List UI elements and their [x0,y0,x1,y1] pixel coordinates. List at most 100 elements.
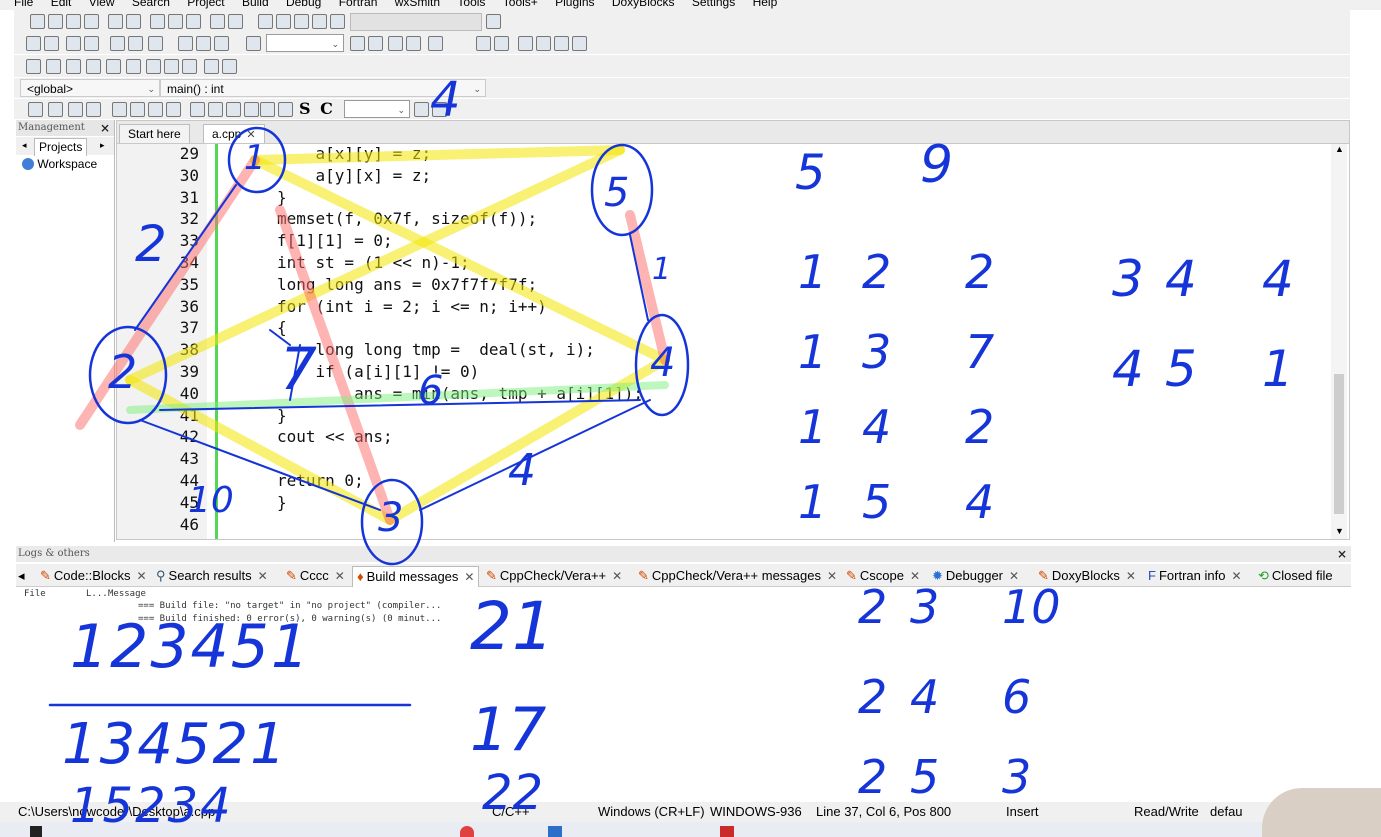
tab-search-results[interactable]: ⚲ Search results ✕ [156,566,268,586]
zoom-out-icon[interactable] [278,102,293,117]
code-line[interactable]: } [277,493,287,512]
pause-icon[interactable] [164,59,179,74]
workspace-node[interactable]: Workspace [22,157,97,171]
tab-cccc[interactable]: ✎ Cccc ✕ [286,566,345,586]
close-icon[interactable]: × [100,120,110,136]
prev-bookmark-icon[interactable] [178,36,193,51]
clear-icon[interactable] [246,36,261,51]
regex-icon[interactable] [428,36,443,51]
tab-scroll-left-icon[interactable]: ◂ [18,566,25,586]
step-into-instruction-icon[interactable] [146,59,161,74]
open-file-icon[interactable] [48,14,63,29]
tab-cppcheck-messages[interactable]: ✎ CppCheck/Vera++ messages ✕ [638,566,837,586]
build-target-combo[interactable] [350,13,482,31]
next-bookmark-icon[interactable] [214,36,229,51]
zoom-in-icon[interactable] [260,102,275,117]
code-line[interactable]: a[x][y] = z; [277,144,432,163]
sizer-icon[interactable] [86,102,101,117]
menu-file[interactable]: File [14,0,33,9]
paste-icon[interactable] [186,14,201,29]
redo-icon[interactable] [126,14,141,29]
menu-tools[interactable]: Tools [457,0,485,9]
step-into-icon[interactable] [86,59,101,74]
find-prev-icon[interactable] [350,36,365,51]
code-line[interactable]: long long ans = 0x7f7f7f7f; [277,275,537,294]
sc-label[interactable]: S C [299,99,335,118]
tab-cppcheck[interactable]: ✎ CppCheck/Vera++ ✕ [486,566,622,586]
code-line[interactable]: for (int i = 2; i <= n; i++) [277,297,547,316]
tab-start-here[interactable]: Start here [119,124,190,143]
box-d-icon[interactable] [166,102,181,117]
tab-scroll-left-icon[interactable]: ◂ [22,140,27,151]
comment-icon[interactable] [66,36,81,51]
save-icon[interactable] [66,14,81,29]
code-line[interactable]: return 0; [277,471,364,490]
build-run-icon[interactable] [312,14,327,29]
tab-codeblocks[interactable]: ✎ Code::Blocks ✕ [40,566,147,586]
flag-next-icon[interactable] [554,36,569,51]
wrench-icon[interactable] [148,36,163,51]
code-line[interactable]: int st = (1 << n)-1; [277,253,470,272]
code-line[interactable]: memset(f, 0x7f, sizeof(f)); [277,209,537,228]
box-a-icon[interactable] [112,102,127,117]
box-c-icon[interactable] [148,102,163,117]
windows-start-icon[interactable] [30,826,42,837]
scroll-thumb[interactable] [1334,374,1344,514]
undo-icon[interactable] [108,14,123,29]
flag-icon[interactable] [518,36,533,51]
jump-back-icon[interactable] [26,36,41,51]
code-line[interactable]: } [277,406,287,425]
code-line[interactable]: a[y][x] = z; [277,166,432,185]
code-line[interactable]: cout << ans; [277,427,393,446]
menu-search[interactable]: Search [132,0,170,9]
menu-wxsmith[interactable]: wxSmith [395,0,440,9]
frame-c-icon[interactable] [226,102,241,117]
code-line[interactable]: long long tmp = deal(st, i); [277,340,595,359]
size-combo[interactable]: ⌄ [344,100,410,118]
taskbar-app-icon[interactable] [460,826,474,837]
flag-prev-icon[interactable] [536,36,551,51]
tab-closed-files[interactable]: ⟲ Closed file [1258,566,1333,586]
debug-windows-icon[interactable] [204,59,219,74]
menu-debug[interactable]: Debug [286,0,321,9]
help-icon[interactable] [128,36,143,51]
find-icon[interactable] [210,14,225,29]
run-icon[interactable] [276,14,291,29]
match-case-icon[interactable] [406,36,421,51]
menu-project[interactable]: Project [187,0,224,9]
menu-help[interactable]: Help [753,0,778,9]
menu-plugins[interactable]: Plugins [555,0,594,9]
replace-icon[interactable] [228,14,243,29]
target-options-icon[interactable] [486,14,501,29]
scope-combo[interactable]: <global> ⌄ [20,79,160,97]
frame-b-icon[interactable] [208,102,223,117]
toggle-bookmark-icon[interactable] [196,36,211,51]
flag-clear-icon[interactable] [572,36,587,51]
find-next-icon[interactable] [368,36,383,51]
forward-arrow-icon[interactable] [494,36,509,51]
menu-build[interactable]: Build [242,0,269,9]
settings-gear-icon[interactable] [258,14,273,29]
scroll-up-icon[interactable]: ▲ [1335,144,1344,154]
editor-vertical-scrollbar[interactable]: ▲ ▼ [1331,144,1347,539]
debug-run-icon[interactable] [26,59,41,74]
menu-edit[interactable]: Edit [51,0,72,9]
pointer-icon[interactable] [28,102,43,117]
tab-fortran-info[interactable]: F Fortran info ✕ [1148,566,1242,586]
stop-icon[interactable] [182,59,197,74]
tab-projects[interactable]: Projects [34,138,88,156]
menu-fortran[interactable]: Fortran [339,0,378,9]
run-to-cursor-icon[interactable] [46,59,61,74]
uncomment-icon[interactable] [84,36,99,51]
cut-icon[interactable] [150,14,165,29]
step-out-icon[interactable] [106,59,121,74]
menu-settings[interactable]: Settings [692,0,735,9]
menu-tools-plus[interactable]: Tools+ [503,0,538,9]
menu-doxyblocks[interactable]: DoxyBlocks [612,0,675,9]
new-file-icon[interactable] [30,14,45,29]
autocomplete-icon[interactable] [110,36,125,51]
scroll-down-icon[interactable]: ▼ [1335,526,1344,536]
frame-a-icon[interactable] [190,102,205,117]
back-arrow-icon[interactable] [476,36,491,51]
code-line[interactable]: ans = min(ans, tmp + a[i][1]); [277,384,643,403]
